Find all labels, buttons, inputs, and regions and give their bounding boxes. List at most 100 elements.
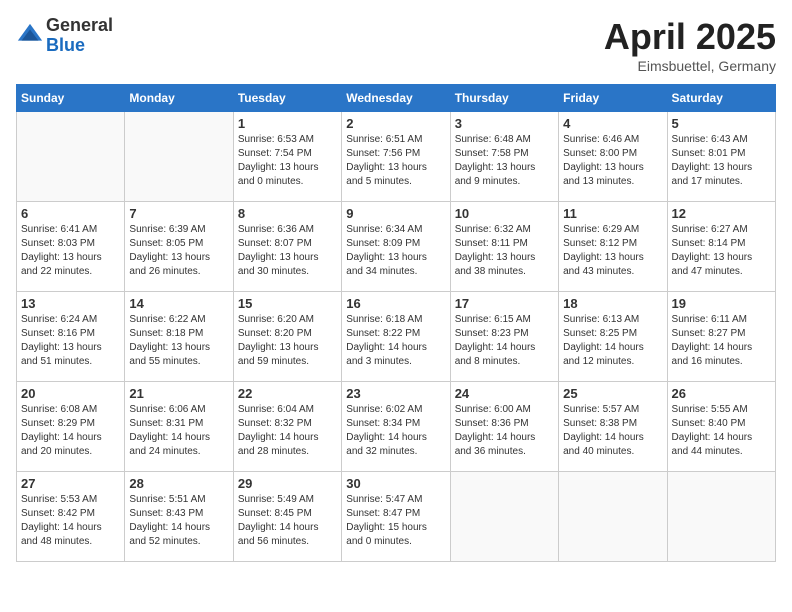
day-info: Sunrise: 6:00 AM Sunset: 8:36 PM Dayligh… — [455, 403, 554, 459]
day-number: 13 — [21, 296, 120, 311]
calendar-day-25: 25 Sunrise: 5:57 AM Sunset: 8:38 PM Dayli… — [559, 382, 667, 472]
page-header: General Blue April 2025 Eimsbuettel, Ger… — [16, 16, 776, 74]
day-number: 10 — [455, 206, 554, 221]
day-number: 22 — [238, 386, 337, 401]
day-info: Sunrise: 6:13 AM Sunset: 8:25 PM Dayligh… — [563, 313, 662, 369]
day-number: 26 — [672, 386, 771, 401]
day-info: Sunrise: 6:39 AM Sunset: 8:05 PM Dayligh… — [129, 223, 228, 279]
day-info: Sunrise: 6:46 AM Sunset: 8:00 PM Dayligh… — [563, 133, 662, 189]
calendar-header: SundayMondayTuesdayWednesdayThursdayFrid… — [17, 85, 776, 112]
calendar-day-1: 1 Sunrise: 6:53 AM Sunset: 7:54 PM Daylig… — [233, 112, 341, 202]
day-number: 21 — [129, 386, 228, 401]
calendar-day-9: 9Sunrise: 6:34 AM Sunset: 8:09 PM Daylig… — [342, 202, 450, 292]
day-info: Sunrise: 6:41 AM Sunset: 8:03 PM Dayligh… — [21, 223, 120, 279]
calendar-week-4: 20 Sunrise: 6:08 AM Sunset: 8:29 PM Dayli… — [17, 382, 776, 472]
title-block: April 2025 Eimsbuettel, Germany — [604, 16, 776, 74]
calendar-day-23: 23 Sunrise: 6:02 AM Sunset: 8:34 PM Dayli… — [342, 382, 450, 472]
day-info: Sunrise: 5:53 AM Sunset: 8:42 PM Dayligh… — [21, 493, 120, 549]
day-info: Sunrise: 6:18 AM Sunset: 8:22 PM Dayligh… — [346, 313, 445, 369]
days-of-week-row: SundayMondayTuesdayWednesdayThursdayFrid… — [17, 85, 776, 112]
day-info: Sunrise: 6:43 AM Sunset: 8:01 PM Dayligh… — [672, 133, 771, 189]
day-number: 30 — [346, 476, 445, 491]
calendar-day-20: 20 Sunrise: 6:08 AM Sunset: 8:29 PM Dayli… — [17, 382, 125, 472]
day-number: 11 — [563, 206, 662, 221]
day-number: 5 — [672, 116, 771, 131]
calendar-empty-cell — [17, 112, 125, 202]
day-info: Sunrise: 6:06 AM Sunset: 8:31 PM Dayligh… — [129, 403, 228, 459]
calendar-day-21: 21 Sunrise: 6:06 AM Sunset: 8:31 PM Dayli… — [125, 382, 233, 472]
calendar-week-3: 13 Sunrise: 6:24 AM Sunset: 8:16 PM Dayli… — [17, 292, 776, 382]
logo-text: General Blue — [46, 16, 113, 56]
day-info: Sunrise: 6:15 AM Sunset: 8:23 PM Dayligh… — [455, 313, 554, 369]
calendar-empty-cell — [125, 112, 233, 202]
calendar-day-22: 22 Sunrise: 6:04 AM Sunset: 8:32 PM Dayli… — [233, 382, 341, 472]
calendar-day-29: 29Sunrise: 5:49 AM Sunset: 8:45 PM Dayli… — [233, 472, 341, 562]
calendar-day-24: 24 Sunrise: 6:00 AM Sunset: 8:36 PM Dayli… — [450, 382, 558, 472]
day-number: 18 — [563, 296, 662, 311]
calendar-empty-cell — [559, 472, 667, 562]
day-info: Sunrise: 5:57 AM Sunset: 8:38 PM Dayligh… — [563, 403, 662, 459]
day-info: Sunrise: 6:36 AM Sunset: 8:07 PM Dayligh… — [238, 223, 337, 279]
day-header-friday: Friday — [559, 85, 667, 112]
day-info: Sunrise: 6:08 AM Sunset: 8:29 PM Dayligh… — [21, 403, 120, 459]
calendar-day-19: 19 Sunrise: 6:11 AM Sunset: 8:27 PM Dayli… — [667, 292, 775, 382]
day-info: Sunrise: 6:24 AM Sunset: 8:16 PM Dayligh… — [21, 313, 120, 369]
day-info: Sunrise: 6:53 AM Sunset: 7:54 PM Dayligh… — [238, 133, 337, 189]
day-info: Sunrise: 6:32 AM Sunset: 8:11 PM Dayligh… — [455, 223, 554, 279]
day-header-monday: Monday — [125, 85, 233, 112]
calendar-table: SundayMondayTuesdayWednesdayThursdayFrid… — [16, 84, 776, 562]
day-info: Sunrise: 5:49 AM Sunset: 8:45 PM Dayligh… — [238, 493, 337, 549]
calendar-day-5: 5 Sunrise: 6:43 AM Sunset: 8:01 PM Daylig… — [667, 112, 775, 202]
day-number: 12 — [672, 206, 771, 221]
day-number: 17 — [455, 296, 554, 311]
day-info: Sunrise: 6:51 AM Sunset: 7:56 PM Dayligh… — [346, 133, 445, 189]
day-number: 9 — [346, 206, 445, 221]
day-info: Sunrise: 6:48 AM Sunset: 7:58 PM Dayligh… — [455, 133, 554, 189]
calendar-day-2: 2 Sunrise: 6:51 AM Sunset: 7:56 PM Daylig… — [342, 112, 450, 202]
calendar-empty-cell — [667, 472, 775, 562]
calendar-empty-cell — [450, 472, 558, 562]
day-header-sunday: Sunday — [17, 85, 125, 112]
day-header-saturday: Saturday — [667, 85, 775, 112]
day-number: 16 — [346, 296, 445, 311]
day-number: 19 — [672, 296, 771, 311]
calendar-body: 1 Sunrise: 6:53 AM Sunset: 7:54 PM Daylig… — [17, 112, 776, 562]
day-info: Sunrise: 6:02 AM Sunset: 8:34 PM Dayligh… — [346, 403, 445, 459]
calendar-day-10: 10 Sunrise: 6:32 AM Sunset: 8:11 PM Dayli… — [450, 202, 558, 292]
day-header-tuesday: Tuesday — [233, 85, 341, 112]
calendar-day-4: 4 Sunrise: 6:46 AM Sunset: 8:00 PM Daylig… — [559, 112, 667, 202]
logo: General Blue — [16, 16, 113, 56]
day-info: Sunrise: 6:20 AM Sunset: 8:20 PM Dayligh… — [238, 313, 337, 369]
calendar-day-30: 30 Sunrise: 5:47 AM Sunset: 8:47 PM Dayli… — [342, 472, 450, 562]
logo-icon — [16, 22, 44, 50]
day-info: Sunrise: 6:11 AM Sunset: 8:27 PM Dayligh… — [672, 313, 771, 369]
day-number: 20 — [21, 386, 120, 401]
day-info: Sunrise: 5:47 AM Sunset: 8:47 PM Dayligh… — [346, 493, 445, 549]
calendar-day-27: 27Sunrise: 5:53 AM Sunset: 8:42 PM Dayli… — [17, 472, 125, 562]
day-number: 1 — [238, 116, 337, 131]
logo-general: General — [46, 16, 113, 36]
calendar-week-5: 27Sunrise: 5:53 AM Sunset: 8:42 PM Dayli… — [17, 472, 776, 562]
day-number: 2 — [346, 116, 445, 131]
calendar-day-7: 7Sunrise: 6:39 AM Sunset: 8:05 PM Daylig… — [125, 202, 233, 292]
day-number: 4 — [563, 116, 662, 131]
day-number: 3 — [455, 116, 554, 131]
day-number: 14 — [129, 296, 228, 311]
calendar-day-3: 3 Sunrise: 6:48 AM Sunset: 7:58 PM Daylig… — [450, 112, 558, 202]
day-header-wednesday: Wednesday — [342, 85, 450, 112]
calendar-day-8: 8 Sunrise: 6:36 AM Sunset: 8:07 PM Daylig… — [233, 202, 341, 292]
calendar-day-16: 16 Sunrise: 6:18 AM Sunset: 8:22 PM Dayli… — [342, 292, 450, 382]
day-info: Sunrise: 6:22 AM Sunset: 8:18 PM Dayligh… — [129, 313, 228, 369]
calendar-day-15: 15 Sunrise: 6:20 AM Sunset: 8:20 PM Dayli… — [233, 292, 341, 382]
day-info: Sunrise: 6:04 AM Sunset: 8:32 PM Dayligh… — [238, 403, 337, 459]
location: Eimsbuettel, Germany — [604, 58, 776, 74]
calendar-week-2: 6Sunrise: 6:41 AM Sunset: 8:03 PM Daylig… — [17, 202, 776, 292]
calendar-day-13: 13 Sunrise: 6:24 AM Sunset: 8:16 PM Dayli… — [17, 292, 125, 382]
day-number: 15 — [238, 296, 337, 311]
day-number: 23 — [346, 386, 445, 401]
day-number: 24 — [455, 386, 554, 401]
calendar-day-28: 28Sunrise: 5:51 AM Sunset: 8:43 PM Dayli… — [125, 472, 233, 562]
day-number: 8 — [238, 206, 337, 221]
day-number: 25 — [563, 386, 662, 401]
day-info: Sunrise: 6:27 AM Sunset: 8:14 PM Dayligh… — [672, 223, 771, 279]
